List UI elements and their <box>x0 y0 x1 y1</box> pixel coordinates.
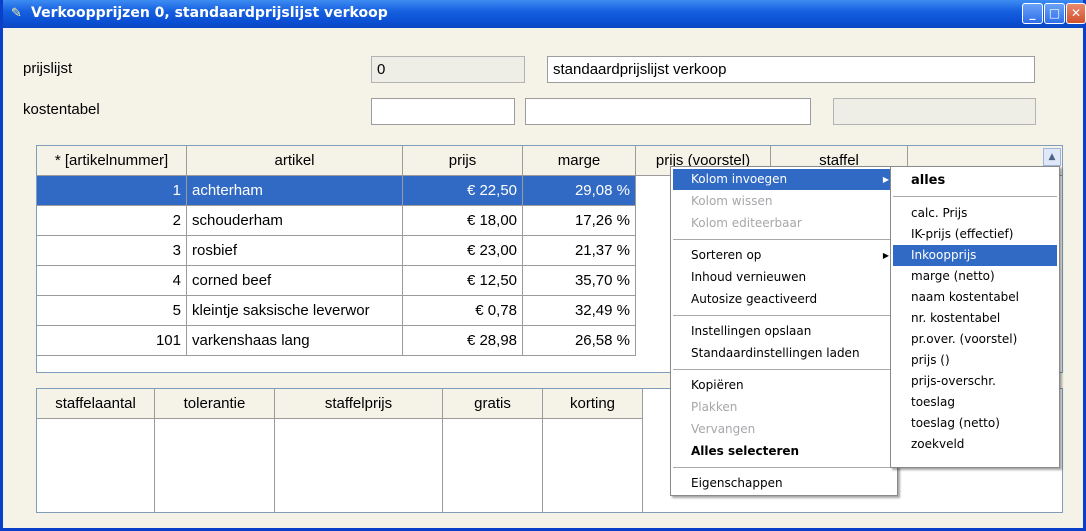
kostentabel-name-field[interactable] <box>525 98 811 125</box>
row-6-nr[interactable]: 101 <box>37 326 187 356</box>
submenu-arrow-icon: ▶ <box>882 175 889 184</box>
submenu-item-calc-prijs[interactable]: calc. Prijs <box>893 203 1057 224</box>
menu-item-plakken: Plakken <box>691 400 738 414</box>
menu-item-alles-selecteren[interactable]: Alles selecteren <box>673 441 895 462</box>
title-bar[interactable]: ✎ Verkoopprijzen 0, standaardprijslijst … <box>3 0 1086 28</box>
submenu-item-toeslag[interactable]: toeslag <box>893 392 1057 413</box>
row-2-prijs[interactable]: € 18,00 <box>403 206 523 236</box>
row-4-prijs[interactable]: € 12,50 <box>403 266 523 296</box>
menu-item-kopieren[interactable]: Kopiëren <box>673 375 895 396</box>
menu-separator <box>673 369 895 370</box>
staffel-cell[interactable] <box>543 419 643 512</box>
submenu-item-pr-over-voorstel[interactable]: pr.over. (voorstel) <box>893 329 1057 350</box>
kostentabel-number-field[interactable] <box>371 98 515 125</box>
row-1-nr[interactable]: 1 <box>37 176 187 206</box>
column-header-gratis[interactable]: gratis <box>443 389 543 419</box>
submenu-item-naam-kostentabel[interactable]: naam kostentabel <box>893 287 1057 308</box>
row-4-nr[interactable]: 4 <box>37 266 187 296</box>
submenu-item-prijs[interactable]: prijs () <box>893 350 1057 371</box>
prijslijst-label: prijslijst <box>23 60 73 77</box>
kostentabel-label: kostentabel <box>23 101 100 118</box>
staffel-cell[interactable] <box>155 419 275 512</box>
submenu-item-toeslag-netto[interactable]: toeslag (netto) <box>893 413 1057 434</box>
column-header-artikelnummer[interactable]: * [artikelnummer] <box>37 146 187 176</box>
row-3-nr[interactable]: 3 <box>37 236 187 266</box>
column-header-tolerantie[interactable]: tolerantie <box>155 389 275 419</box>
row-4-marge[interactable]: 35,70 % <box>523 266 636 296</box>
submenu-item-nr-kostentabel[interactable]: nr. kostentabel <box>893 308 1057 329</box>
column-header-prijs[interactable]: prijs <box>403 146 523 176</box>
submenu-item-marge-netto[interactable]: marge (netto) <box>893 266 1057 287</box>
menu-separator <box>673 467 895 468</box>
submenu-item-alles[interactable]: alles <box>893 170 1057 191</box>
kostentabel-extra-field <box>833 98 1036 125</box>
submenu-item-ik-prijs[interactable]: IK-prijs (effectief) <box>893 224 1057 245</box>
prijslijst-name-field[interactable]: standaardprijslijst verkoop <box>547 56 1035 83</box>
menu-separator <box>893 196 1057 197</box>
submenu-arrow-icon: ▶ <box>882 251 889 260</box>
staffel-cell[interactable] <box>275 419 443 512</box>
column-header-korting[interactable]: korting <box>543 389 643 419</box>
menu-item-kolom-invoegen[interactable]: Kolom invoegen ▶ <box>673 169 895 190</box>
column-header-artikel[interactable]: artikel <box>187 146 403 176</box>
prijslijst-number-field: 0 <box>371 56 525 83</box>
menu-separator <box>673 315 895 316</box>
window-title: Verkoopprijzen 0, standaardprijslijst ve… <box>31 5 388 21</box>
row-2-nr[interactable]: 2 <box>37 206 187 236</box>
menu-item-standaardinstellingen-laden[interactable]: Standaardinstellingen laden <box>673 343 895 364</box>
row-2-artikel[interactable]: schouderham <box>187 206 403 236</box>
maximize-button[interactable]: □ <box>1044 3 1065 24</box>
row-4-artikel[interactable]: corned beef <box>187 266 403 296</box>
submenu-item-inkoopprijs[interactable]: Inkoopprijs <box>893 245 1057 266</box>
row-3-marge[interactable]: 21,37 % <box>523 236 636 266</box>
column-header-staffelprijs[interactable]: staffelprijs <box>275 389 443 419</box>
staffel-cell[interactable] <box>443 419 543 512</box>
row-3-artikel[interactable]: rosbief <box>187 236 403 266</box>
row-5-prijs[interactable]: € 0,78 <box>403 296 523 326</box>
menu-item-eigenschappen[interactable]: Eigenschappen <box>673 473 895 494</box>
close-button[interactable]: ✕ <box>1066 3 1086 24</box>
row-5-artikel[interactable]: kleintje saksische leverwor <box>187 296 403 326</box>
menu-item-vervangen: Vervangen <box>691 422 756 436</box>
row-5-marge[interactable]: 32,49 % <box>523 296 636 326</box>
row-5-nr[interactable]: 5 <box>37 296 187 326</box>
row-1-prijs[interactable]: € 22,50 <box>403 176 523 206</box>
menu-item-kolom-editeerbaar: Kolom editeerbaar <box>691 216 802 230</box>
staffel-cell[interactable] <box>37 419 155 512</box>
menu-item-label: Sorteren op <box>691 248 762 262</box>
minimize-button[interactable]: _ <box>1022 3 1043 24</box>
submenu-item-zoekveld[interactable]: zoekveld <box>893 434 1057 455</box>
row-6-prijs[interactable]: € 28,98 <box>403 326 523 356</box>
menu-separator <box>673 239 895 240</box>
row-6-marge[interactable]: 26,58 % <box>523 326 636 356</box>
menu-item-label: Kolom invoegen <box>691 172 788 186</box>
menu-item-instellingen-opslaan[interactable]: Instellingen opslaan <box>673 321 895 342</box>
row-6-artikel[interactable]: varkenshaas lang <box>187 326 403 356</box>
row-2-marge[interactable]: 17,26 % <box>523 206 636 236</box>
column-header-staffelaantal[interactable]: staffelaantal <box>37 389 155 419</box>
column-header-marge[interactable]: marge <box>523 146 636 176</box>
row-3-prijs[interactable]: € 23,00 <box>403 236 523 266</box>
submenu-item-prijs-overschr[interactable]: prijs-overschr. <box>893 371 1057 392</box>
menu-item-kolom-wissen: Kolom wissen <box>691 194 773 208</box>
menu-item-sorteren-op[interactable]: Sorteren op ▶ <box>673 245 895 266</box>
row-1-marge[interactable]: 29,08 % <box>523 176 636 206</box>
column-submenu: alles calc. Prijs IK-prijs (effectief) I… <box>890 166 1060 468</box>
context-menu: Kolom invoegen ▶ Kolom wissen Kolom edit… <box>670 166 898 496</box>
scroll-up-button[interactable]: ▲ <box>1043 148 1061 166</box>
menu-item-autosize[interactable]: Autosize geactiveerd <box>673 289 895 310</box>
menu-item-inhoud-vernieuwen[interactable]: Inhoud vernieuwen <box>673 267 895 288</box>
app-icon: ✎ <box>11 6 22 21</box>
row-1-artikel[interactable]: achterham <box>187 176 403 206</box>
